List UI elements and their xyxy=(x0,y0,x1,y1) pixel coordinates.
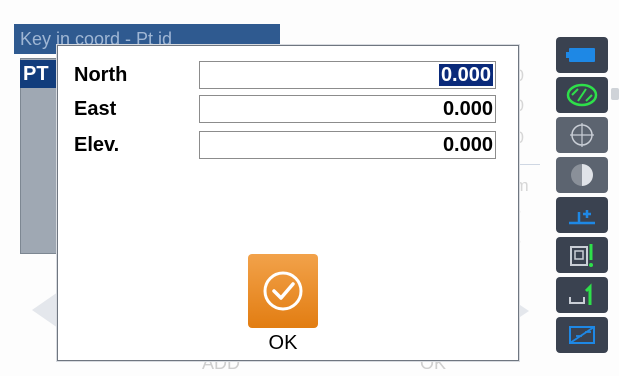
elev-value: 0.000 xyxy=(442,134,493,156)
tilt-icon[interactable] xyxy=(556,77,608,113)
east-value: 0.000 xyxy=(442,98,493,120)
background-pt-label: PT xyxy=(20,60,58,88)
north-row: North 0.000 xyxy=(58,60,518,90)
target-icon[interactable] xyxy=(556,117,608,153)
east-row: East 0.000 xyxy=(58,94,518,124)
coordinate-input-dialog: North 0.000 East 0.000 Elev. 0.000 OK xyxy=(57,45,519,361)
side-edge-marker xyxy=(611,88,619,100)
elev-label: Elev. xyxy=(74,134,120,156)
north-value-selected: 0.000 xyxy=(438,64,493,86)
elev-row: Elev. 0.000 xyxy=(58,130,518,160)
east-field[interactable]: 0.000 xyxy=(199,95,496,123)
ok-button[interactable] xyxy=(248,254,318,328)
checkmark-icon xyxy=(263,271,303,311)
keyboard-toggle-icon[interactable] xyxy=(556,317,608,353)
elev-field[interactable]: 0.000 xyxy=(199,131,496,159)
east-label: East xyxy=(74,98,117,120)
edm-mode-icon[interactable] xyxy=(556,197,608,233)
battery-icon[interactable] xyxy=(556,37,608,73)
status-icon-column xyxy=(556,37,608,357)
memory-icon[interactable] xyxy=(556,237,608,273)
page-left-arrow-icon[interactable] xyxy=(32,292,58,328)
north-label: North xyxy=(74,64,128,86)
north-field[interactable]: 0.000 xyxy=(199,61,496,89)
prism-icon[interactable] xyxy=(556,157,608,193)
input-mode-icon[interactable] xyxy=(556,277,608,313)
ok-button-label[interactable]: OK xyxy=(248,332,318,355)
